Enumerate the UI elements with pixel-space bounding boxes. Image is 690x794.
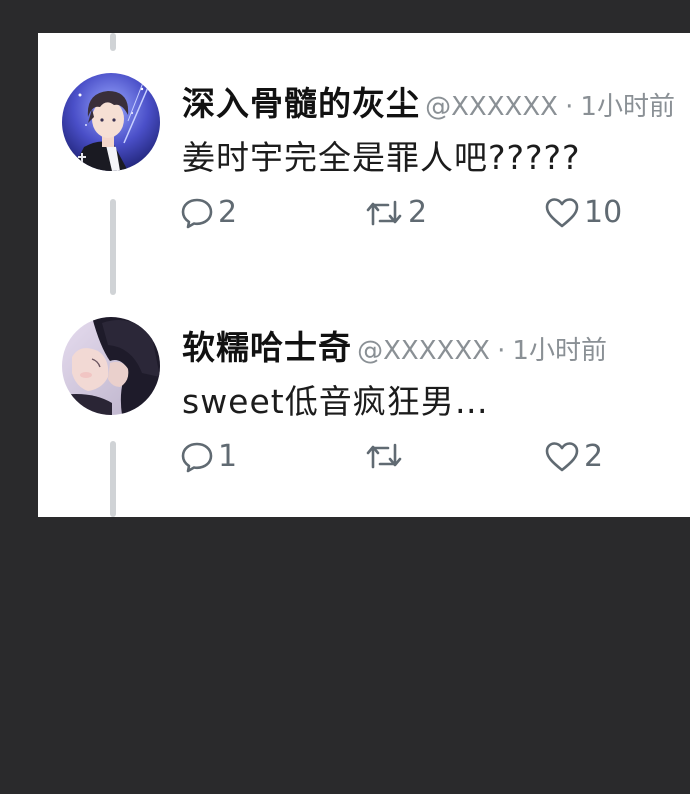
- anime-couple-avatar-icon: [62, 317, 160, 415]
- reply-count: 1: [218, 439, 238, 474]
- tweet-header: 软糯哈士奇 @XXXXXX · 1小时前: [182, 321, 607, 369]
- tweet-text: sweet低音疯狂男…: [182, 382, 489, 421]
- display-name[interactable]: 深入骨髓的灰尘: [182, 84, 420, 123]
- retweet-icon: [366, 443, 402, 469]
- tweet-thread-card: 深入骨髓的灰尘 @XXXXXX · 1小时前 姜时宇完全是罪人吧????? 2: [38, 33, 690, 517]
- tweet-text: 姜时宇完全是罪人吧?????: [182, 138, 581, 177]
- user-handle[interactable]: @XXXXXX: [425, 92, 558, 122]
- like-count: 2: [584, 439, 604, 474]
- reply-button[interactable]: 2: [180, 195, 237, 230]
- like-button[interactable]: 10: [544, 195, 622, 230]
- reply-bubble-icon: [181, 198, 213, 228]
- tweet-actions: 2 2 10: [180, 195, 660, 235]
- reply-bubble-icon: [181, 442, 213, 472]
- tweet-item[interactable]: 软糯哈士奇 @XXXXXX · 1小时前 sweet低音疯狂男… 1 2: [38, 277, 690, 477]
- heart-icon: [545, 441, 579, 471]
- separator-dot: ·: [565, 92, 574, 122]
- like-count: 10: [584, 195, 623, 230]
- avatar[interactable]: [62, 73, 160, 171]
- heart-icon: [545, 197, 579, 227]
- timestamp[interactable]: 1小时前: [580, 92, 675, 122]
- timestamp[interactable]: 1小时前: [512, 336, 607, 366]
- like-button[interactable]: 2: [544, 439, 603, 474]
- anime-boy-avatar-icon: [62, 73, 160, 171]
- retweet-button[interactable]: [364, 439, 408, 473]
- reply-count: 2: [218, 195, 238, 230]
- retweet-button[interactable]: 2: [364, 195, 427, 230]
- retweet-count: 2: [408, 195, 428, 230]
- user-handle[interactable]: @XXXXXX: [357, 336, 490, 366]
- retweet-icon: [366, 200, 402, 225]
- tweet-actions: 1 2: [180, 439, 660, 479]
- tweet-item[interactable]: 深入骨髓的灰尘 @XXXXXX · 1小时前 姜时宇完全是罪人吧????? 2: [38, 33, 690, 233]
- display-name[interactable]: 软糯哈士奇: [182, 328, 352, 367]
- separator-dot: ·: [497, 336, 506, 366]
- avatar[interactable]: [62, 317, 160, 415]
- tweet-header: 深入骨髓的灰尘 @XXXXXX · 1小时前: [182, 77, 675, 125]
- reply-button[interactable]: 1: [180, 439, 237, 474]
